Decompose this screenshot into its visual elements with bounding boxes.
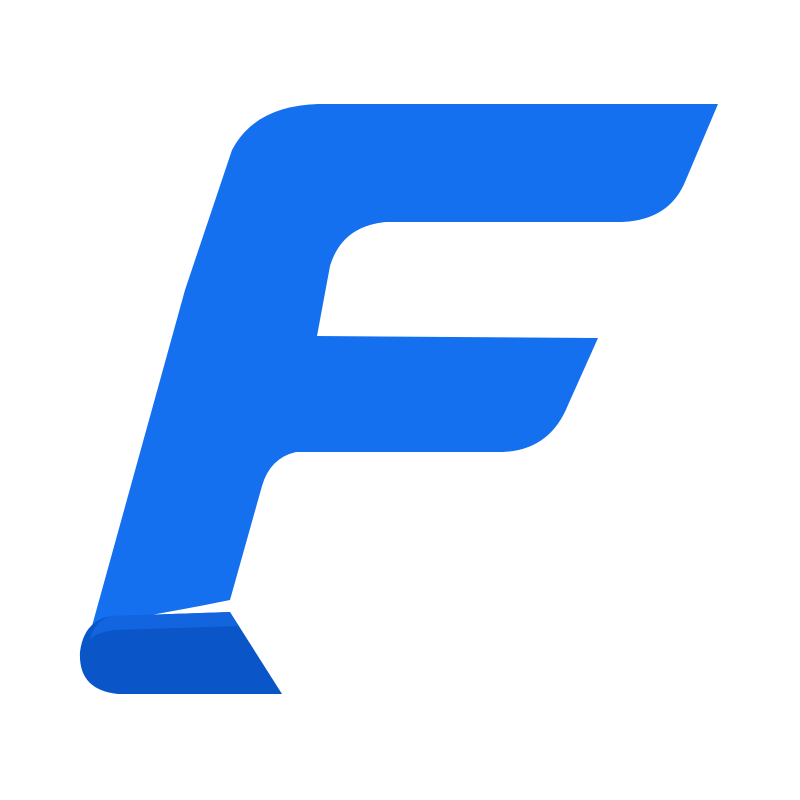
- letter-f-logo-icon: [79, 104, 718, 694]
- logo-f-body: [92, 104, 718, 626]
- logo-canvas: [0, 0, 800, 800]
